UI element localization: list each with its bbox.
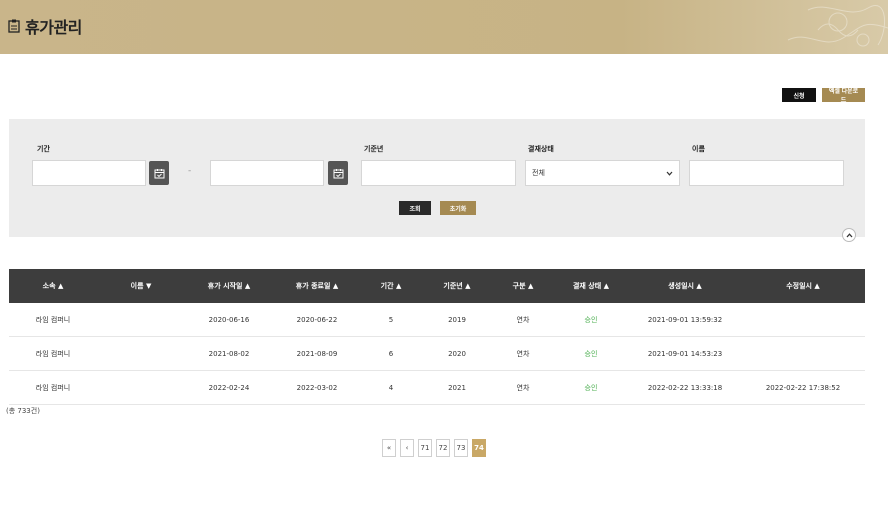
cell-approval-status: 승인 [584, 315, 598, 324]
base-year-label: 기준년 [364, 145, 384, 153]
approval-status-value: 전체 [532, 169, 545, 177]
table-header: 소속 ▲ 이름 ▼ 휴가 시작일 ▲ 휴가 종료일 ▲ 기간 ▲ 기준년 ▲ 구… [9, 269, 865, 303]
page-button[interactable]: 72 [436, 439, 450, 457]
excel-download-button[interactable]: 엑셀 다운로드 [822, 88, 865, 104]
cell-approval-status: 승인 [584, 383, 598, 392]
col-end-date[interactable]: 휴가 종료일 ▲ [273, 281, 361, 291]
apply-button[interactable]: 신청 [782, 88, 816, 102]
col-created-at[interactable]: 생성일시 ▲ [629, 281, 741, 291]
cell-affiliation: 라임 컴퍼니 [35, 349, 71, 358]
cell-created-at: 2022-02-22 13:33:18 [647, 383, 723, 392]
cell-start-date: 2020-06-16 [208, 315, 250, 324]
cell-end-date: 2022-03-02 [296, 383, 338, 392]
total-count: (총 733건) [6, 407, 40, 415]
calendar-icon [333, 168, 343, 178]
cell-type: 연차 [516, 349, 530, 358]
col-period[interactable]: 기간 ▲ [361, 281, 421, 291]
page-button[interactable]: 73 [454, 439, 468, 457]
cell-period: 4 [388, 383, 394, 392]
cell-created-at: 2021-09-01 13:59:32 [647, 315, 723, 324]
col-start-date[interactable]: 휴가 시작일 ▲ [185, 281, 273, 291]
cell-updated-at: 2022-02-22 17:38:52 [765, 383, 841, 392]
cell-affiliation: 라임 컴퍼니 [35, 315, 71, 324]
search-button[interactable]: 조회 [399, 201, 431, 215]
cell-end-date: 2020-06-22 [296, 315, 338, 324]
col-updated-at[interactable]: 수정일시 ▲ [741, 281, 865, 291]
first-page-button[interactable]: « [382, 439, 396, 457]
page-title: 휴가관리 [25, 18, 82, 37]
cell-start-date: 2022-02-24 [208, 383, 250, 392]
calendar-icon [154, 168, 164, 178]
chevron-up-icon [846, 232, 852, 237]
period-separator: - [188, 166, 192, 176]
name-label: 이름 [692, 145, 705, 153]
col-approval-status[interactable]: 결재 상태 ▲ [553, 281, 629, 291]
col-base-year[interactable]: 기준년 ▲ [421, 281, 493, 291]
cell-affiliation: 라임 컴퍼니 [35, 383, 71, 392]
name-input[interactable] [689, 160, 844, 186]
cell-base-year: 2020 [448, 349, 466, 358]
cell-type: 연차 [516, 383, 530, 392]
col-name[interactable]: 이름 ▼ [97, 281, 185, 291]
period-label: 기간 [37, 145, 50, 153]
cell-type: 연차 [516, 315, 530, 324]
cell-start-date: 2021-08-02 [208, 349, 250, 358]
table-row[interactable]: 라임 컴퍼니 2020-06-16 2020-06-22 5 2019 연차 승… [9, 303, 865, 337]
cell-end-date: 2021-08-09 [296, 349, 338, 358]
vacation-table: 소속 ▲ 이름 ▼ 휴가 시작일 ▲ 휴가 종료일 ▲ 기간 ▲ 기준년 ▲ 구… [9, 269, 865, 405]
cell-period: 6 [388, 349, 394, 358]
base-year-input[interactable] [361, 160, 516, 186]
approval-status-label: 결재상태 [528, 145, 554, 153]
cell-base-year: 2021 [448, 383, 466, 392]
pagination: « ‹ 71 72 73 74 [382, 439, 486, 457]
page-button-active[interactable]: 74 [472, 439, 486, 457]
prev-page-button[interactable]: ‹ [400, 439, 414, 457]
cell-approval-status: 승인 [584, 349, 598, 358]
cell-created-at: 2021-09-01 14:53:23 [647, 349, 723, 358]
col-type[interactable]: 구분 ▲ [493, 281, 553, 291]
approval-status-select[interactable]: 전체 [525, 160, 680, 186]
table-row[interactable]: 라임 컴퍼니 2021-08-02 2021-08-09 6 2020 연차 승… [9, 337, 865, 371]
page-header: 휴가관리 [0, 0, 888, 54]
col-affiliation[interactable]: 소속 ▲ [9, 281, 97, 291]
table-row[interactable]: 라임 컴퍼니 2022-02-24 2022-03-02 4 2021 연차 승… [9, 371, 865, 405]
cell-period: 5 [388, 315, 394, 324]
end-date-input[interactable] [210, 160, 324, 186]
ornament-decoration [787, 5, 888, 47]
page-button[interactable]: 71 [418, 439, 432, 457]
chevron-down-icon [666, 171, 673, 176]
start-date-calendar-button[interactable] [149, 161, 169, 185]
reset-button[interactable]: 초기화 [440, 201, 476, 215]
page-title-wrap: 휴가관리 [8, 14, 82, 38]
cell-base-year: 2019 [448, 315, 466, 324]
start-date-input[interactable] [32, 160, 146, 186]
collapse-filter-button[interactable] [842, 228, 856, 242]
clipboard-icon [8, 19, 20, 33]
end-date-calendar-button[interactable] [328, 161, 348, 185]
